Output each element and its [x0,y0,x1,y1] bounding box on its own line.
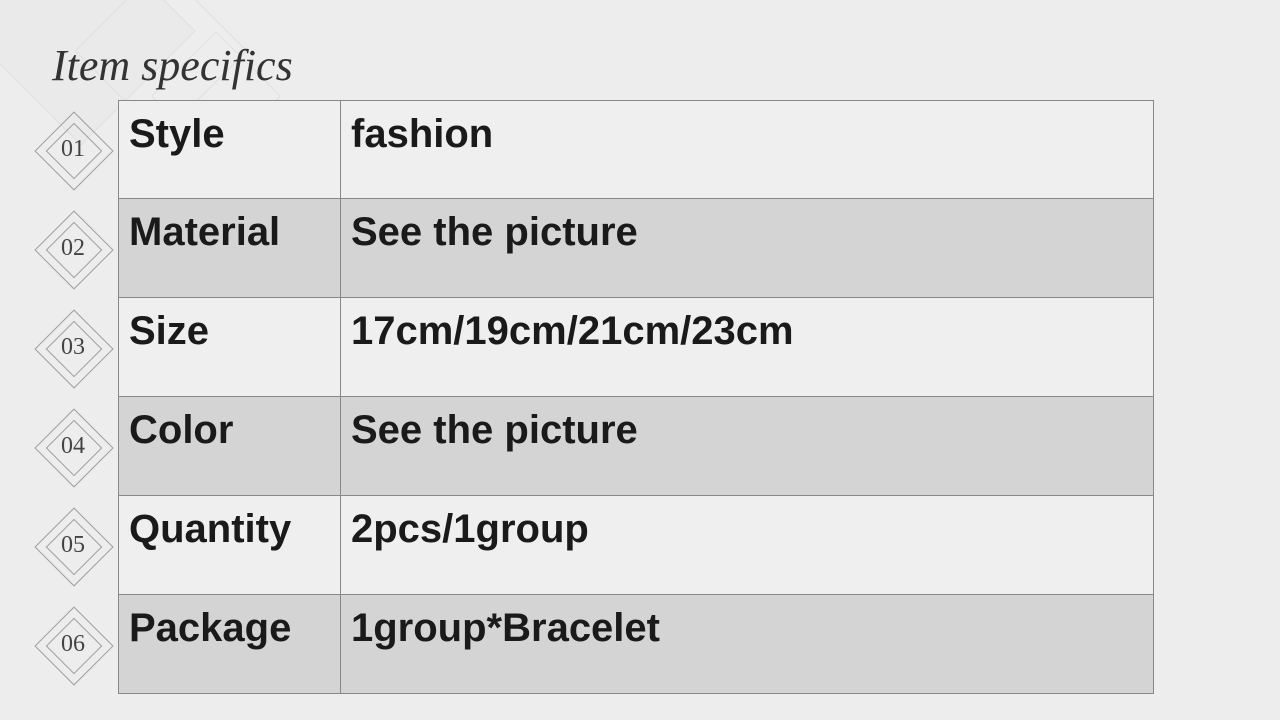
spec-value: 2pcs/1group [340,496,1154,595]
row-index-badge: 04 [28,397,118,496]
row-index: 05 [46,519,100,573]
spec-label: Size [118,298,340,397]
row-index-badge: 03 [28,298,118,397]
spec-label: Style [118,100,340,199]
table-row: 02 Material See the picture [28,199,1154,298]
spec-label: Package [118,595,340,694]
table-row: 04 Color See the picture [28,397,1154,496]
table-row: 05 Quantity 2pcs/1group [28,496,1154,595]
page-title: Item specifics [52,40,293,91]
row-index-badge: 02 [28,199,118,298]
table-row: 06 Package 1group*Bracelet [28,595,1154,694]
row-index: 04 [46,420,100,474]
row-index: 03 [46,321,100,375]
spec-value: See the picture [340,397,1154,496]
spec-value: fashion [340,100,1154,199]
spec-value: See the picture [340,199,1154,298]
row-index-badge: 06 [28,595,118,694]
row-index: 02 [46,222,100,276]
spec-label: Color [118,397,340,496]
specifics-table: 01 Style fashion 02 Material See the pic… [28,100,1154,694]
row-index: 06 [46,618,100,672]
table-row: 03 Size 17cm/19cm/21cm/23cm [28,298,1154,397]
row-index-badge: 01 [28,100,118,199]
row-index-badge: 05 [28,496,118,595]
table-row: 01 Style fashion [28,100,1154,199]
spec-label: Material [118,199,340,298]
spec-value: 17cm/19cm/21cm/23cm [340,298,1154,397]
spec-label: Quantity [118,496,340,595]
row-index: 01 [46,123,100,177]
spec-value: 1group*Bracelet [340,595,1154,694]
